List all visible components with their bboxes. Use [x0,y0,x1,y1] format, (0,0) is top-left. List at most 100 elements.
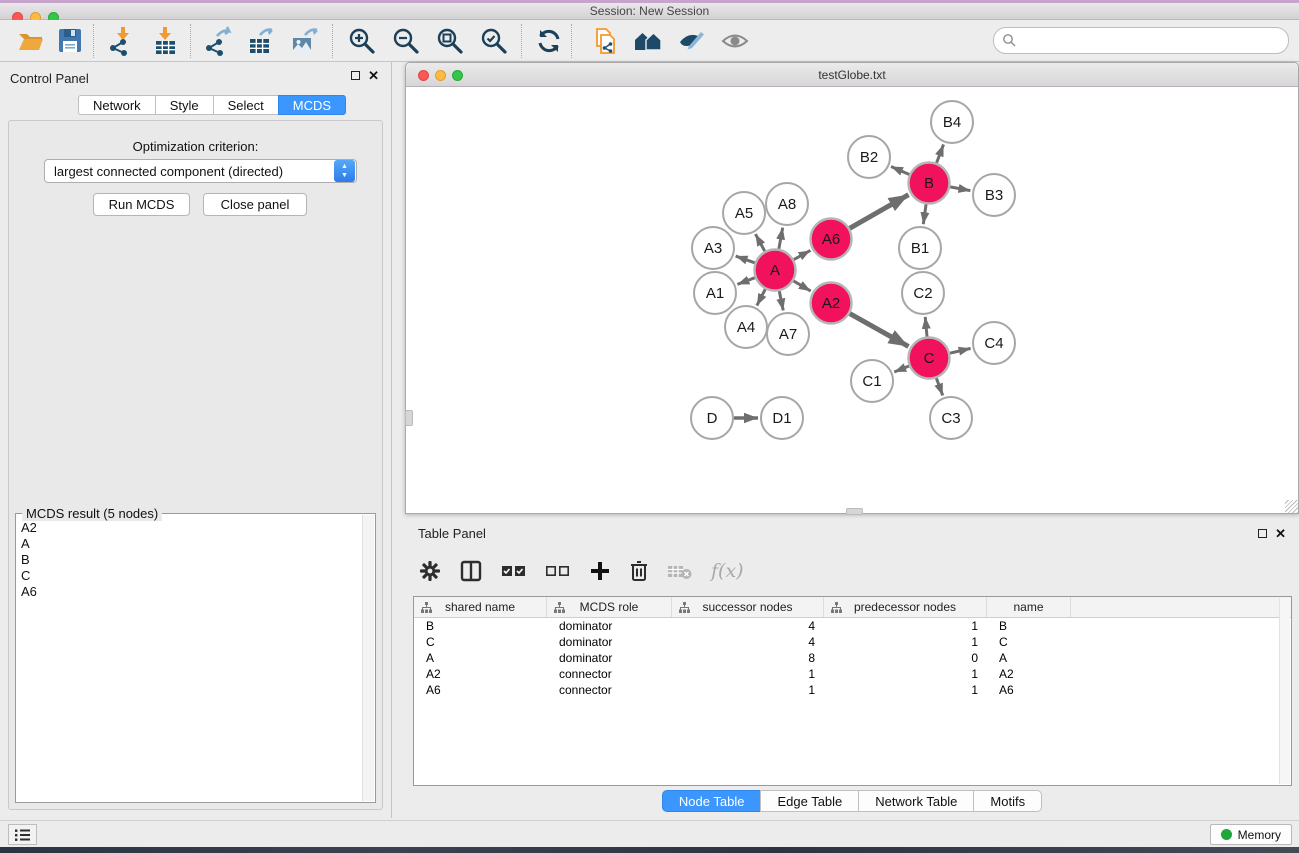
edge-A-A3[interactable] [736,256,755,263]
zoom-fit-icon[interactable] [435,26,465,56]
mcds-result-item[interactable]: C [18,568,362,584]
float-panel-icon[interactable] [351,71,360,80]
table-row[interactable]: A2connector11A2 [414,666,1291,682]
node-table[interactable]: shared nameMCDS rolesuccessor nodesprede… [413,596,1292,786]
node-B4[interactable]: B4 [931,101,973,143]
task-history-button[interactable] [8,824,37,845]
zoom-selected-icon[interactable] [479,26,509,56]
window-resize-grip[interactable] [1285,500,1298,513]
cell-predecessor-nodes[interactable]: 1 [824,635,987,649]
save-session-icon[interactable] [55,26,85,56]
node-D[interactable]: D [691,397,733,439]
cell-predecessor-nodes[interactable]: 1 [824,683,987,697]
network-window-titlebar[interactable]: testGlobe.txt [406,63,1298,87]
mcds-result-item[interactable]: A6 [18,584,362,600]
node-C[interactable]: C [909,338,950,379]
network-canvas[interactable]: AA1A2A3A4A5A6A7A8BB1B2B3B4CC1C2C3C4DD1 [407,87,1297,513]
import-network-icon[interactable] [106,26,136,56]
edge-A-A1[interactable] [737,278,755,285]
tab-network-table[interactable]: Network Table [858,790,973,812]
zoom-in-icon[interactable] [347,26,377,56]
cell-predecessor-nodes[interactable]: 0 [824,651,987,665]
houses-icon[interactable] [633,26,663,56]
edge-A-A6[interactable] [794,250,811,259]
node-A3[interactable]: A3 [692,227,734,269]
node-C2[interactable]: C2 [902,272,944,314]
mcds-result-item[interactable]: A2 [18,520,362,536]
edge-A-A4[interactable] [757,289,765,305]
cell-name[interactable]: A [987,651,1071,665]
column-header-name[interactable]: name [987,597,1071,617]
delete-column-icon[interactable] [629,559,649,583]
cell-shared-name[interactable]: C [414,635,547,649]
node-A7[interactable]: A7 [767,313,809,355]
tab-node-table[interactable]: Node Table [662,790,761,812]
close-table-panel-icon[interactable]: ✕ [1275,529,1286,538]
cell-successor-nodes[interactable]: 8 [672,651,824,665]
tab-motifs[interactable]: Motifs [973,790,1042,812]
edge-A-A2[interactable] [794,281,811,291]
node-A6[interactable]: A6 [811,219,852,260]
node-A[interactable]: A [755,250,796,291]
node-C3[interactable]: C3 [930,397,972,439]
function-builder-icon[interactable]: f(x) [711,560,744,582]
zoom-out-icon[interactable] [391,26,421,56]
split-column-icon[interactable] [459,559,483,583]
tab-network[interactable]: Network [78,95,155,115]
cell-shared-name[interactable]: A [414,651,547,665]
node-A4[interactable]: A4 [725,306,767,348]
node-A1[interactable]: A1 [694,272,736,314]
settings-icon[interactable] [419,560,441,582]
eye-pen-icon[interactable] [676,26,706,56]
cell-shared-name[interactable]: B [414,619,547,633]
column-header-successor-nodes[interactable]: successor nodes [672,597,824,617]
node-B[interactable]: B [909,163,950,204]
cell-MCDS-role[interactable]: connector [547,667,672,681]
table-row[interactable]: Adominator80A [414,650,1291,666]
close-panel-icon[interactable]: ✕ [368,71,379,80]
deselect-all-icon[interactable] [545,563,571,579]
node-B1[interactable]: B1 [899,227,941,269]
network-horizontal-scrollbar[interactable] [846,508,863,515]
tab-style[interactable]: Style [155,95,213,115]
node-A8[interactable]: A8 [766,183,808,225]
export-table-icon[interactable] [246,26,276,56]
edge-C-C3[interactable] [936,378,942,395]
edge-C-C2[interactable] [925,317,927,337]
cell-MCDS-role[interactable]: dominator [547,635,672,649]
network-vertical-scrollbar[interactable] [405,410,413,426]
edge-B-B1[interactable] [923,204,926,224]
cell-shared-name[interactable]: A2 [414,667,547,681]
tab-select[interactable]: Select [213,95,278,115]
column-header-MCDS-role[interactable]: MCDS role [547,597,672,617]
table-row[interactable]: Bdominator41B [414,618,1291,634]
search-input[interactable] [993,27,1289,54]
column-header-predecessor-nodes[interactable]: predecessor nodes [824,597,987,617]
table-row[interactable]: Cdominator41C [414,634,1291,650]
eye-icon[interactable] [720,26,750,56]
new-network-from-selection-icon[interactable] [590,26,620,56]
mcds-result-item[interactable]: B [18,552,362,568]
cell-successor-nodes[interactable]: 4 [672,619,824,633]
node-A2[interactable]: A2 [811,283,852,324]
cell-name[interactable]: A6 [987,683,1071,697]
select-all-icon[interactable] [501,563,527,579]
cell-name[interactable]: C [987,635,1071,649]
node-D1[interactable]: D1 [761,397,803,439]
tab-mcds[interactable]: MCDS [278,95,346,115]
cell-MCDS-role[interactable]: dominator [547,651,672,665]
edge-B-B3[interactable] [950,187,970,191]
cell-successor-nodes[interactable]: 1 [672,683,824,697]
table-scrollbar[interactable] [1279,598,1290,784]
mcds-result-list[interactable]: A2ABCA6 [18,520,362,800]
cell-successor-nodes[interactable]: 4 [672,635,824,649]
edge-C-C1[interactable] [894,366,909,372]
refresh-layout-icon[interactable] [534,26,564,56]
open-session-icon[interactable] [16,26,46,56]
cell-successor-nodes[interactable]: 1 [672,667,824,681]
node-C4[interactable]: C4 [973,322,1015,364]
float-table-panel-icon[interactable] [1258,529,1267,538]
cell-predecessor-nodes[interactable]: 1 [824,667,987,681]
add-column-icon[interactable] [589,560,611,582]
cell-name[interactable]: B [987,619,1071,633]
